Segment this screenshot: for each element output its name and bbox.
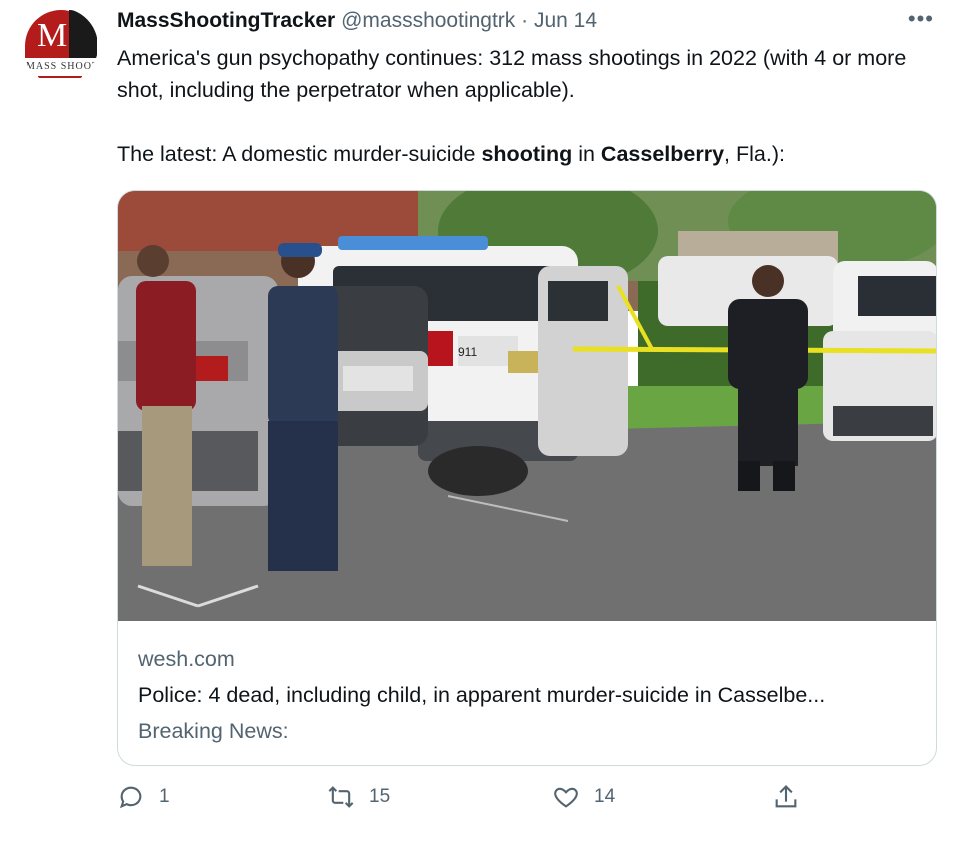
news-photo[interactable]: 911 — [118, 191, 936, 621]
handle[interactable]: @massshootingtrk — [341, 9, 515, 32]
tweet-paragraph-1: America's gun psychopathy continues: 312… — [117, 46, 907, 102]
share-icon — [775, 785, 797, 808]
avatar[interactable]: M MASS SHOOT — [22, 8, 98, 84]
vehicle-number: 911 — [458, 345, 477, 359]
card-domain: wesh.com — [138, 647, 235, 671]
card-headline[interactable]: Police: 4 dead, including child, in appa… — [138, 677, 825, 713]
tweet-header: MassShootingTracker @massshootingtrk · J… — [117, 6, 597, 36]
person-center — [268, 243, 338, 571]
like-button[interactable]: 14 — [552, 783, 615, 811]
tweet-date[interactable]: Jun 14 — [534, 9, 597, 32]
retweet-button[interactable]: 15 — [327, 783, 390, 811]
tweet-paragraph-2: The latest: A domestic murder-suicide sh… — [117, 142, 785, 166]
retweet-count: 15 — [369, 786, 391, 807]
person-left — [136, 245, 196, 566]
heart-icon — [554, 787, 578, 808]
avatar-letter: M — [37, 17, 68, 54]
card-info: wesh.com Police: 4 dead, including child… — [138, 641, 825, 749]
share-button[interactable] — [772, 783, 814, 811]
retweet-icon — [328, 786, 354, 808]
link-card[interactable]: 911 wesh.com Police: 4 dead, including c… — [117, 190, 937, 766]
like-count: 14 — [594, 786, 616, 807]
avatar-logo: M — [25, 10, 97, 58]
display-name[interactable]: MassShootingTracker — [117, 9, 335, 32]
action-bar: 1 15 14 — [117, 783, 817, 819]
separator: · — [521, 9, 529, 32]
more-icon[interactable]: ••• — [908, 6, 934, 32]
reply-button[interactable]: 1 — [117, 783, 170, 811]
tweet-text: America's gun psychopathy continues: 312… — [117, 42, 937, 170]
avatar-caption: MASS SHOOT — [26, 61, 98, 72]
reply-icon — [119, 786, 142, 809]
reply-count: 1 — [159, 786, 170, 807]
card-description: Breaking News: — [138, 719, 289, 743]
